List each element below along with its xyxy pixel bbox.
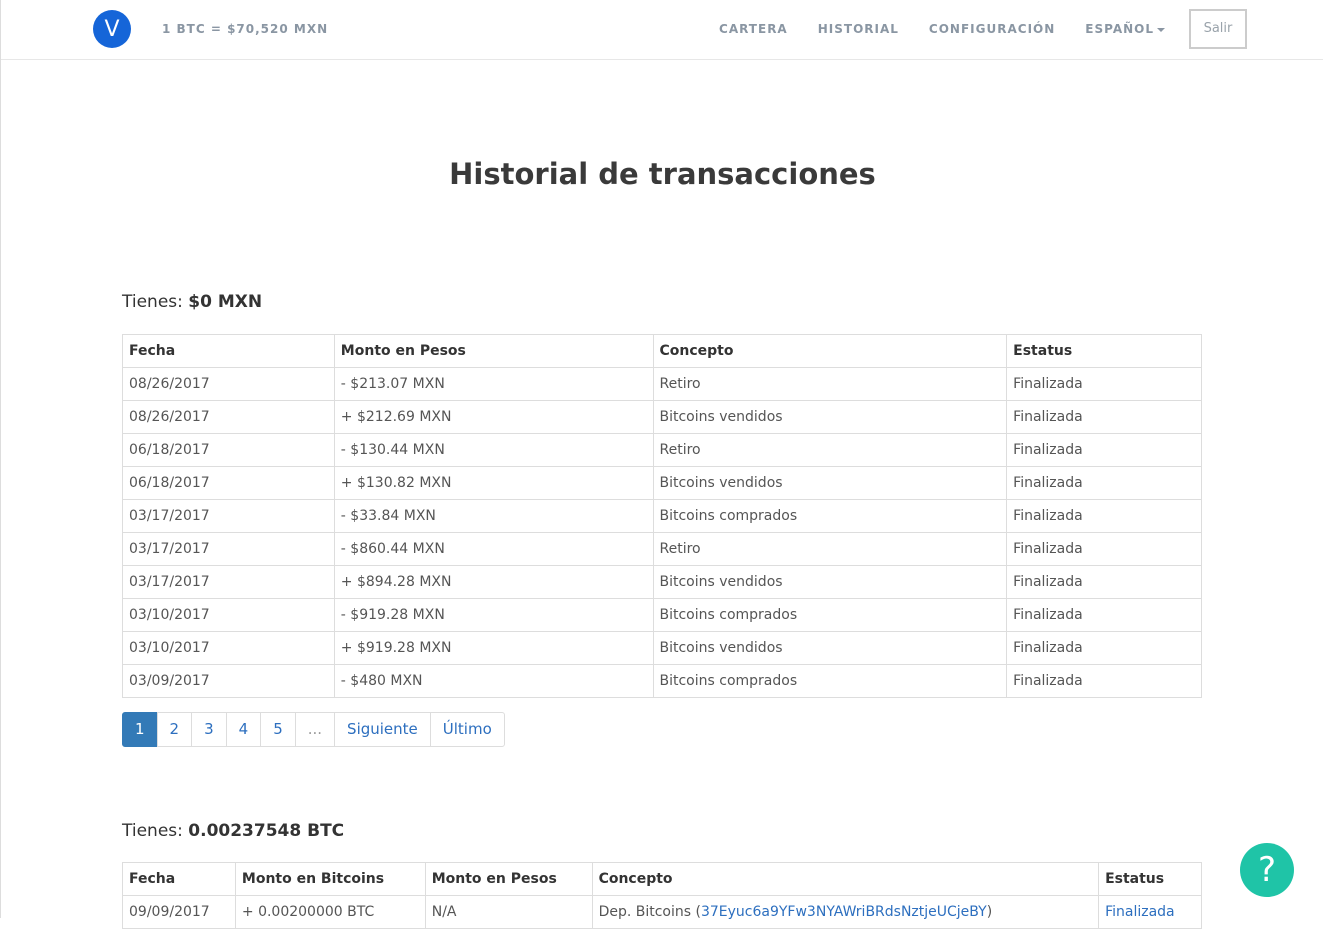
- column-header: Monto en Pesos: [424, 862, 593, 896]
- column-header: Estatus: [1098, 862, 1202, 896]
- btc-balance-label: Tienes:: [122, 821, 183, 841]
- table-cell: Bitcoins comprados: [652, 499, 1008, 533]
- table-row: 06/18/2017 + $130.82 MXN Bitcoins vendidos…: [122, 466, 1202, 500]
- table-cell: Bitcoins comprados: [652, 598, 1008, 632]
- btc-balance-value: 0.00237548 BTC: [188, 821, 345, 841]
- table-cell: + $212.69 MXN: [333, 400, 654, 434]
- table-cell: 09/09/2017: [122, 895, 236, 929]
- next-page-button[interactable]: Siguiente: [334, 712, 431, 747]
- nav-links: CARTERA HISTORIAL CONFIGURACIÓN ESPAÑOL: [719, 22, 1165, 36]
- table-cell: Bitcoins vendidos: [652, 631, 1008, 665]
- column-header: Monto en Bitcoins: [234, 862, 426, 896]
- table-cell: + $130.82 MXN: [333, 466, 654, 500]
- table-cell: Retiro: [652, 367, 1008, 401]
- table-cell: Finalizada: [1006, 466, 1202, 500]
- table-cell: Bitcoins comprados: [652, 664, 1008, 698]
- btc-transactions-table: Fecha Monto en Bitcoins Monto en Pesos Conc…: [122, 862, 1202, 929]
- table-cell: 03/10/2017: [122, 598, 335, 632]
- pagination: 1 2 3 4 5... Siguiente Último: [122, 712, 505, 747]
- table-header-row: Fecha Monto en Pesos Concepto Estatus: [122, 334, 1202, 368]
- last-page-button[interactable]: Último: [429, 712, 505, 747]
- nav-history[interactable]: HISTORIAL: [818, 22, 899, 36]
- nav-wallet[interactable]: CARTERA: [719, 22, 788, 36]
- table-cell: - $213.07 MXN: [333, 367, 654, 401]
- table-cell: - $480 MXN: [333, 664, 654, 698]
- table-cell-concept: Dep. Bitcoins (37Eyuc6a9YFw3NYAWriBRdsNz…: [591, 895, 1100, 929]
- table-row: 03/17/2017- $33.84 MXN Bitcoins comprados…: [122, 499, 1202, 533]
- table-cell: + $894.28 MXN: [333, 565, 654, 599]
- table-cell: Retiro: [652, 532, 1008, 566]
- table-cell: Finalizada: [1006, 367, 1202, 401]
- help-button[interactable]: ?: [1240, 843, 1294, 897]
- table-cell: - $33.84 MXN: [333, 499, 654, 533]
- table-row: 03/17/2017 + $894.28 MXN Bitcoins vendidos…: [122, 565, 1202, 599]
- table-cell: Finalizada: [1006, 433, 1202, 467]
- table-cell: Bitcoins vendidos: [652, 565, 1008, 599]
- table-cell: 03/17/2017: [122, 499, 335, 533]
- table-row: 03/10/2017 + $919.28 MXN Bitcoins vendidos…: [122, 631, 1202, 665]
- table-cell: - $860.44 MXN: [333, 532, 654, 566]
- logout-button[interactable]: Salir: [1189, 9, 1247, 49]
- table-header-row: Fecha Monto en Bitcoins Monto en Pesos Conc…: [122, 862, 1202, 896]
- table-row: 03/17/2017- $860.44 MXN Retiro Finalizada: [122, 532, 1202, 566]
- table-row: 08/26/2017 + $212.69 MXN Bitcoins vendidos…: [122, 400, 1202, 434]
- table-cell: Finalizada: [1006, 631, 1202, 665]
- table-cell: 06/18/2017: [122, 433, 335, 467]
- table-row: 03/10/2017- $919.28 MXN Bitcoins comprado…: [122, 598, 1202, 632]
- top-navbar: V 1 BTC = $70,520 MXN CARTERA HISTORIAL …: [1, 0, 1323, 60]
- table-cell: 03/10/2017: [122, 631, 335, 665]
- table-cell: Finalizada: [1098, 895, 1202, 929]
- column-header: Fecha: [122, 862, 236, 896]
- page-2-button[interactable]: 2: [156, 712, 193, 747]
- table-cell: 03/17/2017: [122, 565, 335, 599]
- table-cell: - $130.44 MXN: [333, 433, 654, 467]
- column-header: Fecha: [122, 334, 335, 368]
- table-cell: Finalizada: [1006, 598, 1202, 632]
- column-header: Concepto: [591, 862, 1100, 896]
- table-cell: Finalizada: [1006, 499, 1202, 533]
- table-cell: Finalizada: [1006, 532, 1202, 566]
- table-cell: 03/09/2017: [122, 664, 335, 698]
- table-cell: 03/17/2017: [122, 532, 335, 566]
- table-row: 08/26/2017- $213.07 MXN Retiro Finalizada: [122, 367, 1202, 401]
- caret-down-icon: [1157, 27, 1165, 32]
- table-row: 06/18/2017- $130.44 MXN Retiro Finalizada: [122, 433, 1202, 467]
- mxn-balance-value: $0 MXN: [188, 292, 263, 312]
- btc-balance: Tienes: 0.00237548 BTC: [122, 821, 344, 841]
- table-cell: Finalizada: [1006, 565, 1202, 599]
- table-cell: 08/26/2017: [122, 400, 335, 434]
- table-cell: N/A: [424, 895, 593, 929]
- table-cell: Finalizada: [1006, 400, 1202, 434]
- mxn-transactions-table: Fecha Monto en Pesos Concepto Estatus 08/26…: [122, 334, 1202, 698]
- table-cell: Bitcoins vendidos: [652, 466, 1008, 500]
- page-4-button[interactable]: 4: [225, 712, 262, 747]
- table-cell: Retiro: [652, 433, 1008, 467]
- brand-logo[interactable]: V: [93, 10, 131, 48]
- brand-logo-letter: V: [104, 16, 120, 42]
- page-5-button[interactable]: 5: [260, 712, 296, 747]
- page-1-button[interactable]: 1: [122, 712, 158, 747]
- table-cell: 06/18/2017: [122, 466, 335, 500]
- btc-rate: 1 BTC = $70,520 MXN: [162, 22, 329, 36]
- page-3-button[interactable]: 3: [191, 712, 227, 747]
- column-header: Estatus: [1006, 334, 1202, 368]
- table-cell: + 0.00200000 BTC: [234, 895, 426, 929]
- table-cell: 08/26/2017: [122, 367, 335, 401]
- table-cell: Bitcoins vendidos: [652, 400, 1008, 434]
- table-cell: + $919.28 MXN: [333, 631, 654, 665]
- page-title: Historial de transacciones: [449, 157, 876, 191]
- nav-language-label: ESPAÑOL: [1085, 22, 1154, 36]
- table-cell: - $919.28 MXN: [333, 598, 654, 632]
- mxn-balance: Tienes: $0 MXN: [122, 292, 262, 312]
- nav-language-dropdown[interactable]: ESPAÑOL: [1085, 22, 1165, 36]
- table-row: 03/09/2017- $480 MXN Bitcoins comprados Fi…: [122, 664, 1202, 698]
- nav-settings[interactable]: CONFIGURACIÓN: [929, 22, 1055, 36]
- mxn-balance-label: Tienes:: [122, 292, 183, 312]
- column-header: Monto en Pesos: [333, 334, 654, 368]
- table-row: 09/09/2017 + 0.00200000 BTC N/A Dep. Bitcoi…: [122, 895, 1202, 929]
- column-header: Concepto: [652, 334, 1008, 368]
- table-cell: Finalizada: [1006, 664, 1202, 698]
- question-icon: ?: [1257, 850, 1277, 890]
- page-ellipsis: ...: [294, 712, 336, 747]
